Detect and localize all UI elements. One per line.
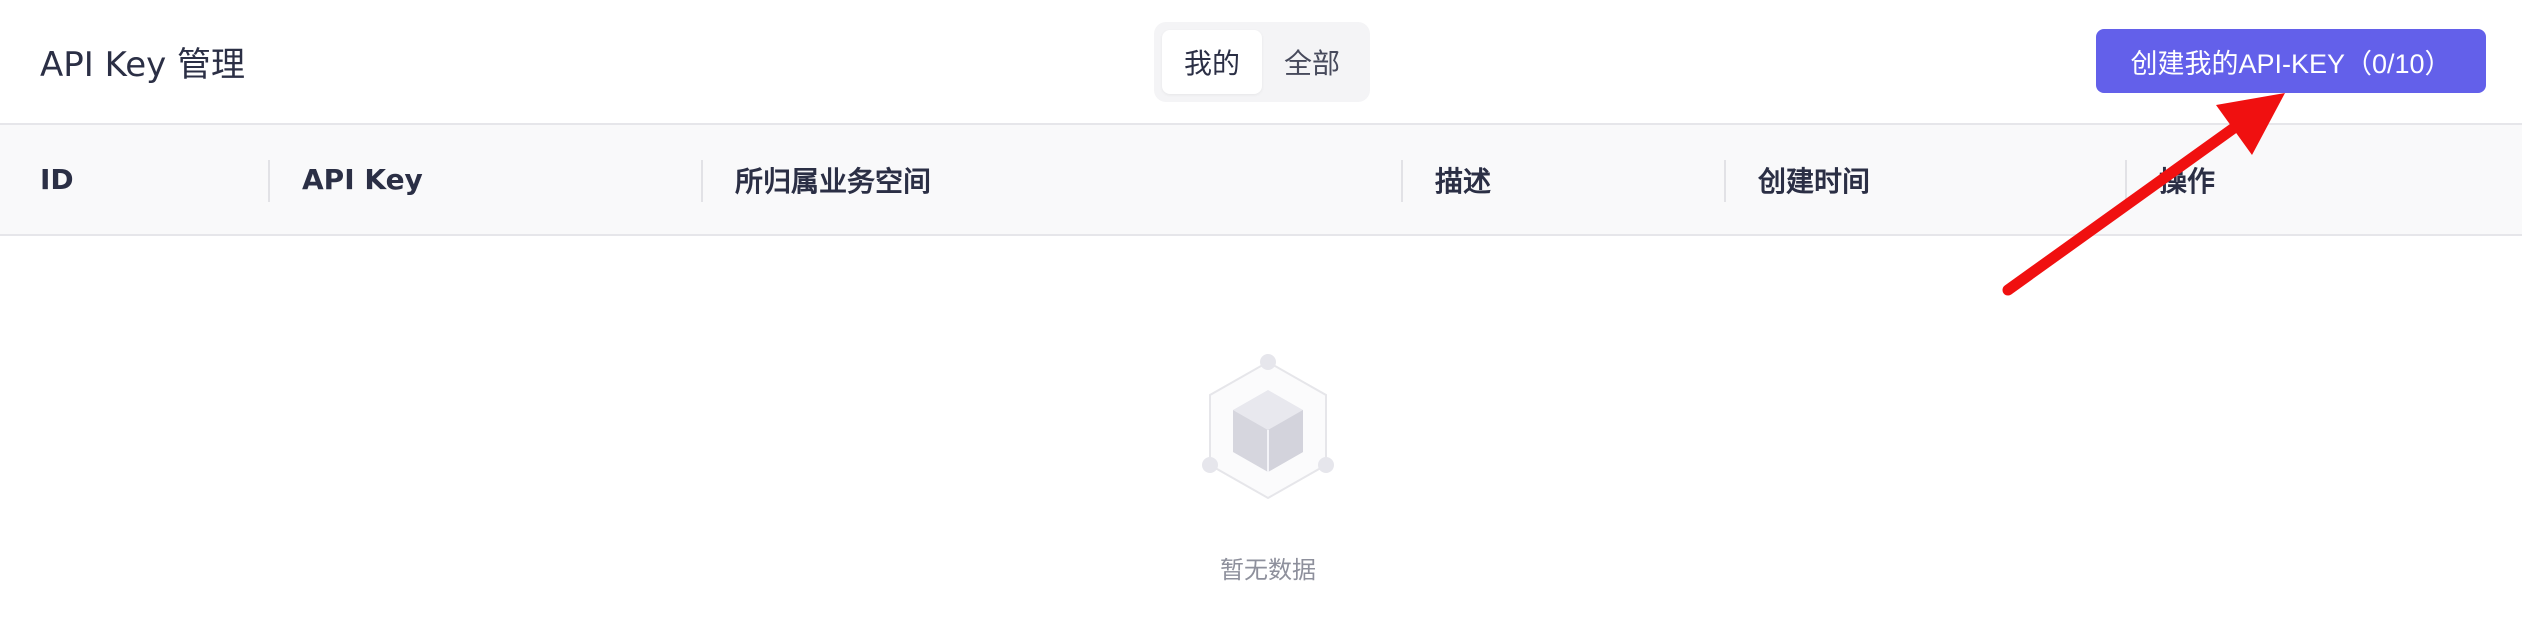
column-divider (701, 160, 703, 202)
column-header-description: 描述 (1435, 164, 1492, 198)
tab-all[interactable]: 全部 (1262, 30, 1362, 94)
create-api-key-button[interactable]: 创建我的API-KEY（0/10） (2096, 29, 2486, 93)
tab-mine[interactable]: 我的 (1162, 30, 1262, 94)
api-key-management-page: API Key 管理 我的 全部 创建我的API-KEY（0/10） ID AP… (0, 0, 2522, 637)
column-header-created-time: 创建时间 (1758, 164, 1871, 198)
column-divider (1724, 160, 1726, 202)
column-header-id: ID (40, 163, 74, 196)
scope-segmented-control: 我的 全部 (1154, 22, 1370, 102)
column-header-workspace: 所归属业务空间 (735, 164, 932, 198)
empty-state-text: 暂无数据 (1220, 556, 1316, 584)
column-divider (268, 160, 270, 202)
column-divider (2125, 160, 2127, 202)
page-title: API Key 管理 (40, 45, 246, 85)
page-header: API Key 管理 我的 全部 创建我的API-KEY（0/10） (0, 0, 2522, 125)
column-header-api-key: API Key (302, 163, 423, 196)
column-divider (1401, 160, 1403, 202)
empty-box-icon (1202, 354, 1334, 500)
column-header-actions: 操作 (2159, 164, 2216, 198)
empty-state: 暂无数据 (1168, 350, 1368, 590)
table-header: ID API Key 所归属业务空间 描述 创建时间 操作 (0, 125, 2522, 236)
